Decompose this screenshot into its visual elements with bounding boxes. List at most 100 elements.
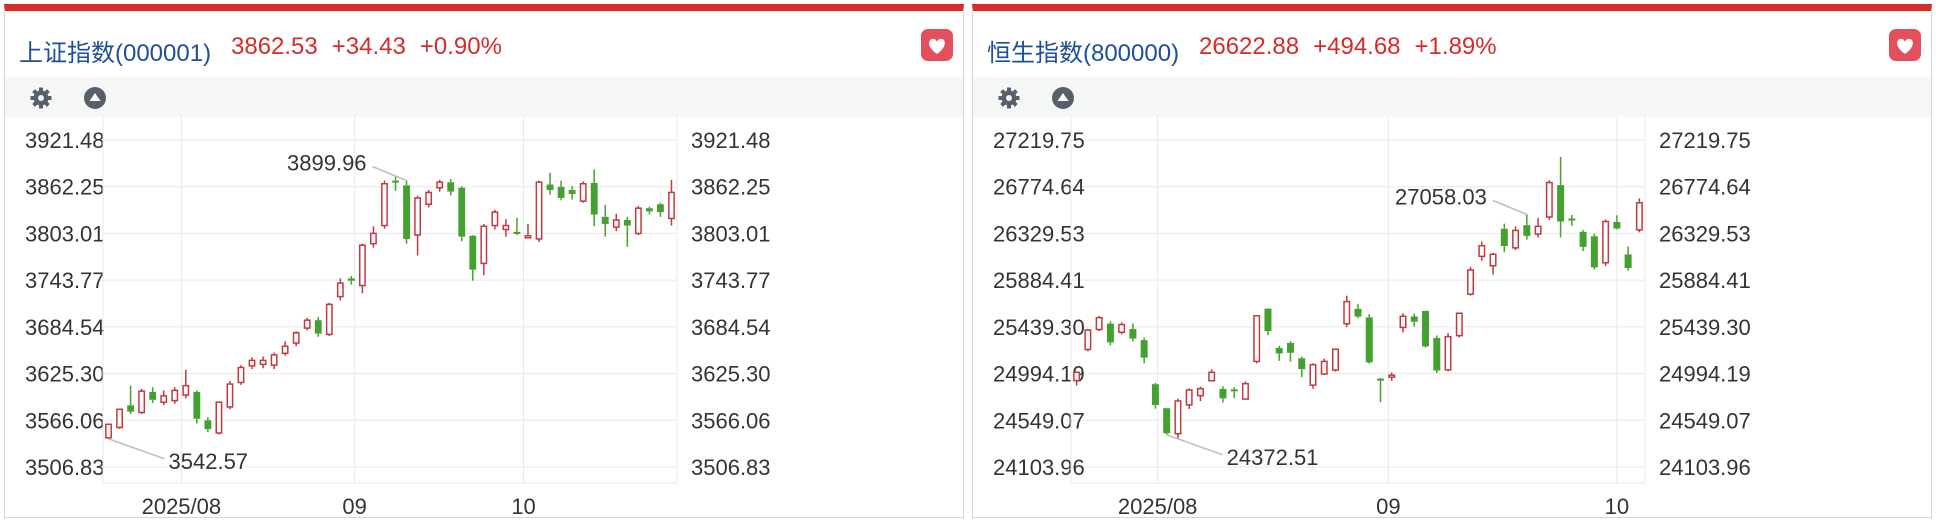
candle [458, 187, 466, 237]
candle [237, 366, 245, 384]
favorite-button[interactable] [921, 29, 953, 61]
y-tick-label-right: 26329.53 [1659, 221, 1751, 246]
index-name[interactable]: 上证指数(000001) [19, 33, 211, 68]
index-panel-shanghai: 上证指数(000001) 3862.53 +34.43 +0.90% 3921.48… [4, 4, 964, 519]
candle [1298, 358, 1306, 370]
index-change-percent: +1.89% [1414, 33, 1497, 60]
candle [1320, 360, 1328, 375]
high-annotation-leader [1492, 199, 1528, 216]
low-annotation-leader [108, 438, 165, 460]
y-tick-label-left: 3625.30 [25, 362, 105, 387]
candle [347, 278, 355, 281]
low-annotation-leader [1166, 434, 1223, 456]
candle [1478, 245, 1486, 258]
y-tick-label-right: 3743.77 [691, 268, 771, 293]
index-price: 3862.53 [231, 33, 318, 60]
candle [1624, 254, 1632, 269]
index-name[interactable]: 恒生指数(800000) [987, 33, 1179, 68]
candle [1579, 231, 1587, 247]
candle [1084, 329, 1092, 351]
candle [1489, 253, 1497, 267]
candle [1343, 300, 1351, 325]
x-tick-label: 09 [1376, 494, 1400, 519]
candle [557, 186, 565, 198]
candle [1185, 389, 1193, 406]
candle [612, 219, 620, 228]
candle [1332, 348, 1339, 371]
y-tick-label-right: 3921.48 [691, 128, 771, 153]
candle [425, 191, 433, 206]
low-annotation-label: 24372.51 [1227, 445, 1319, 470]
candle [1444, 335, 1452, 371]
candle [1455, 312, 1463, 337]
candle [524, 235, 532, 239]
candle [171, 389, 179, 402]
candle [1568, 218, 1576, 221]
candle [469, 235, 477, 270]
y-tick-label-left: 3684.54 [25, 315, 105, 340]
arrow-up-icon[interactable] [83, 86, 107, 110]
candle [1388, 374, 1396, 378]
candle [1613, 221, 1621, 229]
candle [1106, 323, 1114, 343]
candle [1151, 384, 1159, 405]
candle [1264, 308, 1272, 332]
candle [403, 185, 410, 239]
candlestick-chart: 3921.48 3921.48 3862.25 3862.25 3803.01 3803.… [25, 117, 771, 519]
candle [1241, 382, 1249, 400]
candle [1365, 317, 1373, 363]
candle [303, 319, 311, 329]
candle [370, 232, 377, 245]
candle [392, 180, 399, 183]
gear-icon[interactable] [29, 86, 53, 110]
candle [1410, 316, 1418, 322]
candle [314, 320, 322, 334]
gear-icon[interactable] [997, 86, 1021, 110]
candle [1602, 220, 1610, 264]
y-tick-label-right: 24994.19 [1659, 362, 1751, 387]
y-tick-label-right: 24103.96 [1659, 455, 1751, 480]
high-annotation-label: 27058.03 [1395, 184, 1487, 209]
high-annotation-label: 3899.96 [287, 151, 367, 176]
y-tick-label-right: 25884.41 [1659, 268, 1751, 293]
candle [1230, 389, 1238, 392]
candle [336, 282, 344, 298]
chart-toolbar [973, 77, 1931, 117]
candle [1433, 337, 1441, 371]
candle [1073, 371, 1081, 382]
candle [513, 231, 521, 234]
candle [358, 244, 366, 287]
index-change-percent: +0.90% [419, 33, 502, 60]
candle [1208, 371, 1216, 382]
candle [601, 216, 609, 224]
candle [1286, 342, 1294, 353]
heart-icon [929, 38, 945, 54]
arrow-up-icon[interactable] [1051, 86, 1075, 110]
index-price: 26622.88 [1199, 33, 1300, 60]
candle [436, 181, 444, 189]
heart-icon [1897, 38, 1913, 54]
y-tick-label-right: 3684.54 [691, 315, 771, 340]
candle [1523, 225, 1531, 236]
candle [1095, 316, 1103, 331]
candle [248, 359, 256, 367]
candle [193, 391, 201, 419]
candle [1590, 236, 1598, 268]
low-annotation-label: 3542.57 [169, 449, 249, 474]
candle [1557, 185, 1565, 222]
chart-toolbar [5, 77, 963, 117]
candle [1129, 328, 1137, 339]
y-tick-label-right: 27219.75 [1659, 128, 1751, 153]
candle [1253, 315, 1261, 363]
candle [1140, 340, 1148, 358]
index-change: +34.43 [331, 33, 406, 60]
candle [623, 220, 631, 226]
favorite-button[interactable] [1889, 29, 1921, 61]
y-tick-label-right: 3566.06 [691, 408, 771, 433]
candle [127, 405, 135, 412]
candle [138, 390, 146, 414]
candle [182, 384, 190, 396]
candle [116, 408, 123, 429]
candle [535, 181, 543, 240]
x-tick-label: 2025/08 [1118, 494, 1198, 519]
